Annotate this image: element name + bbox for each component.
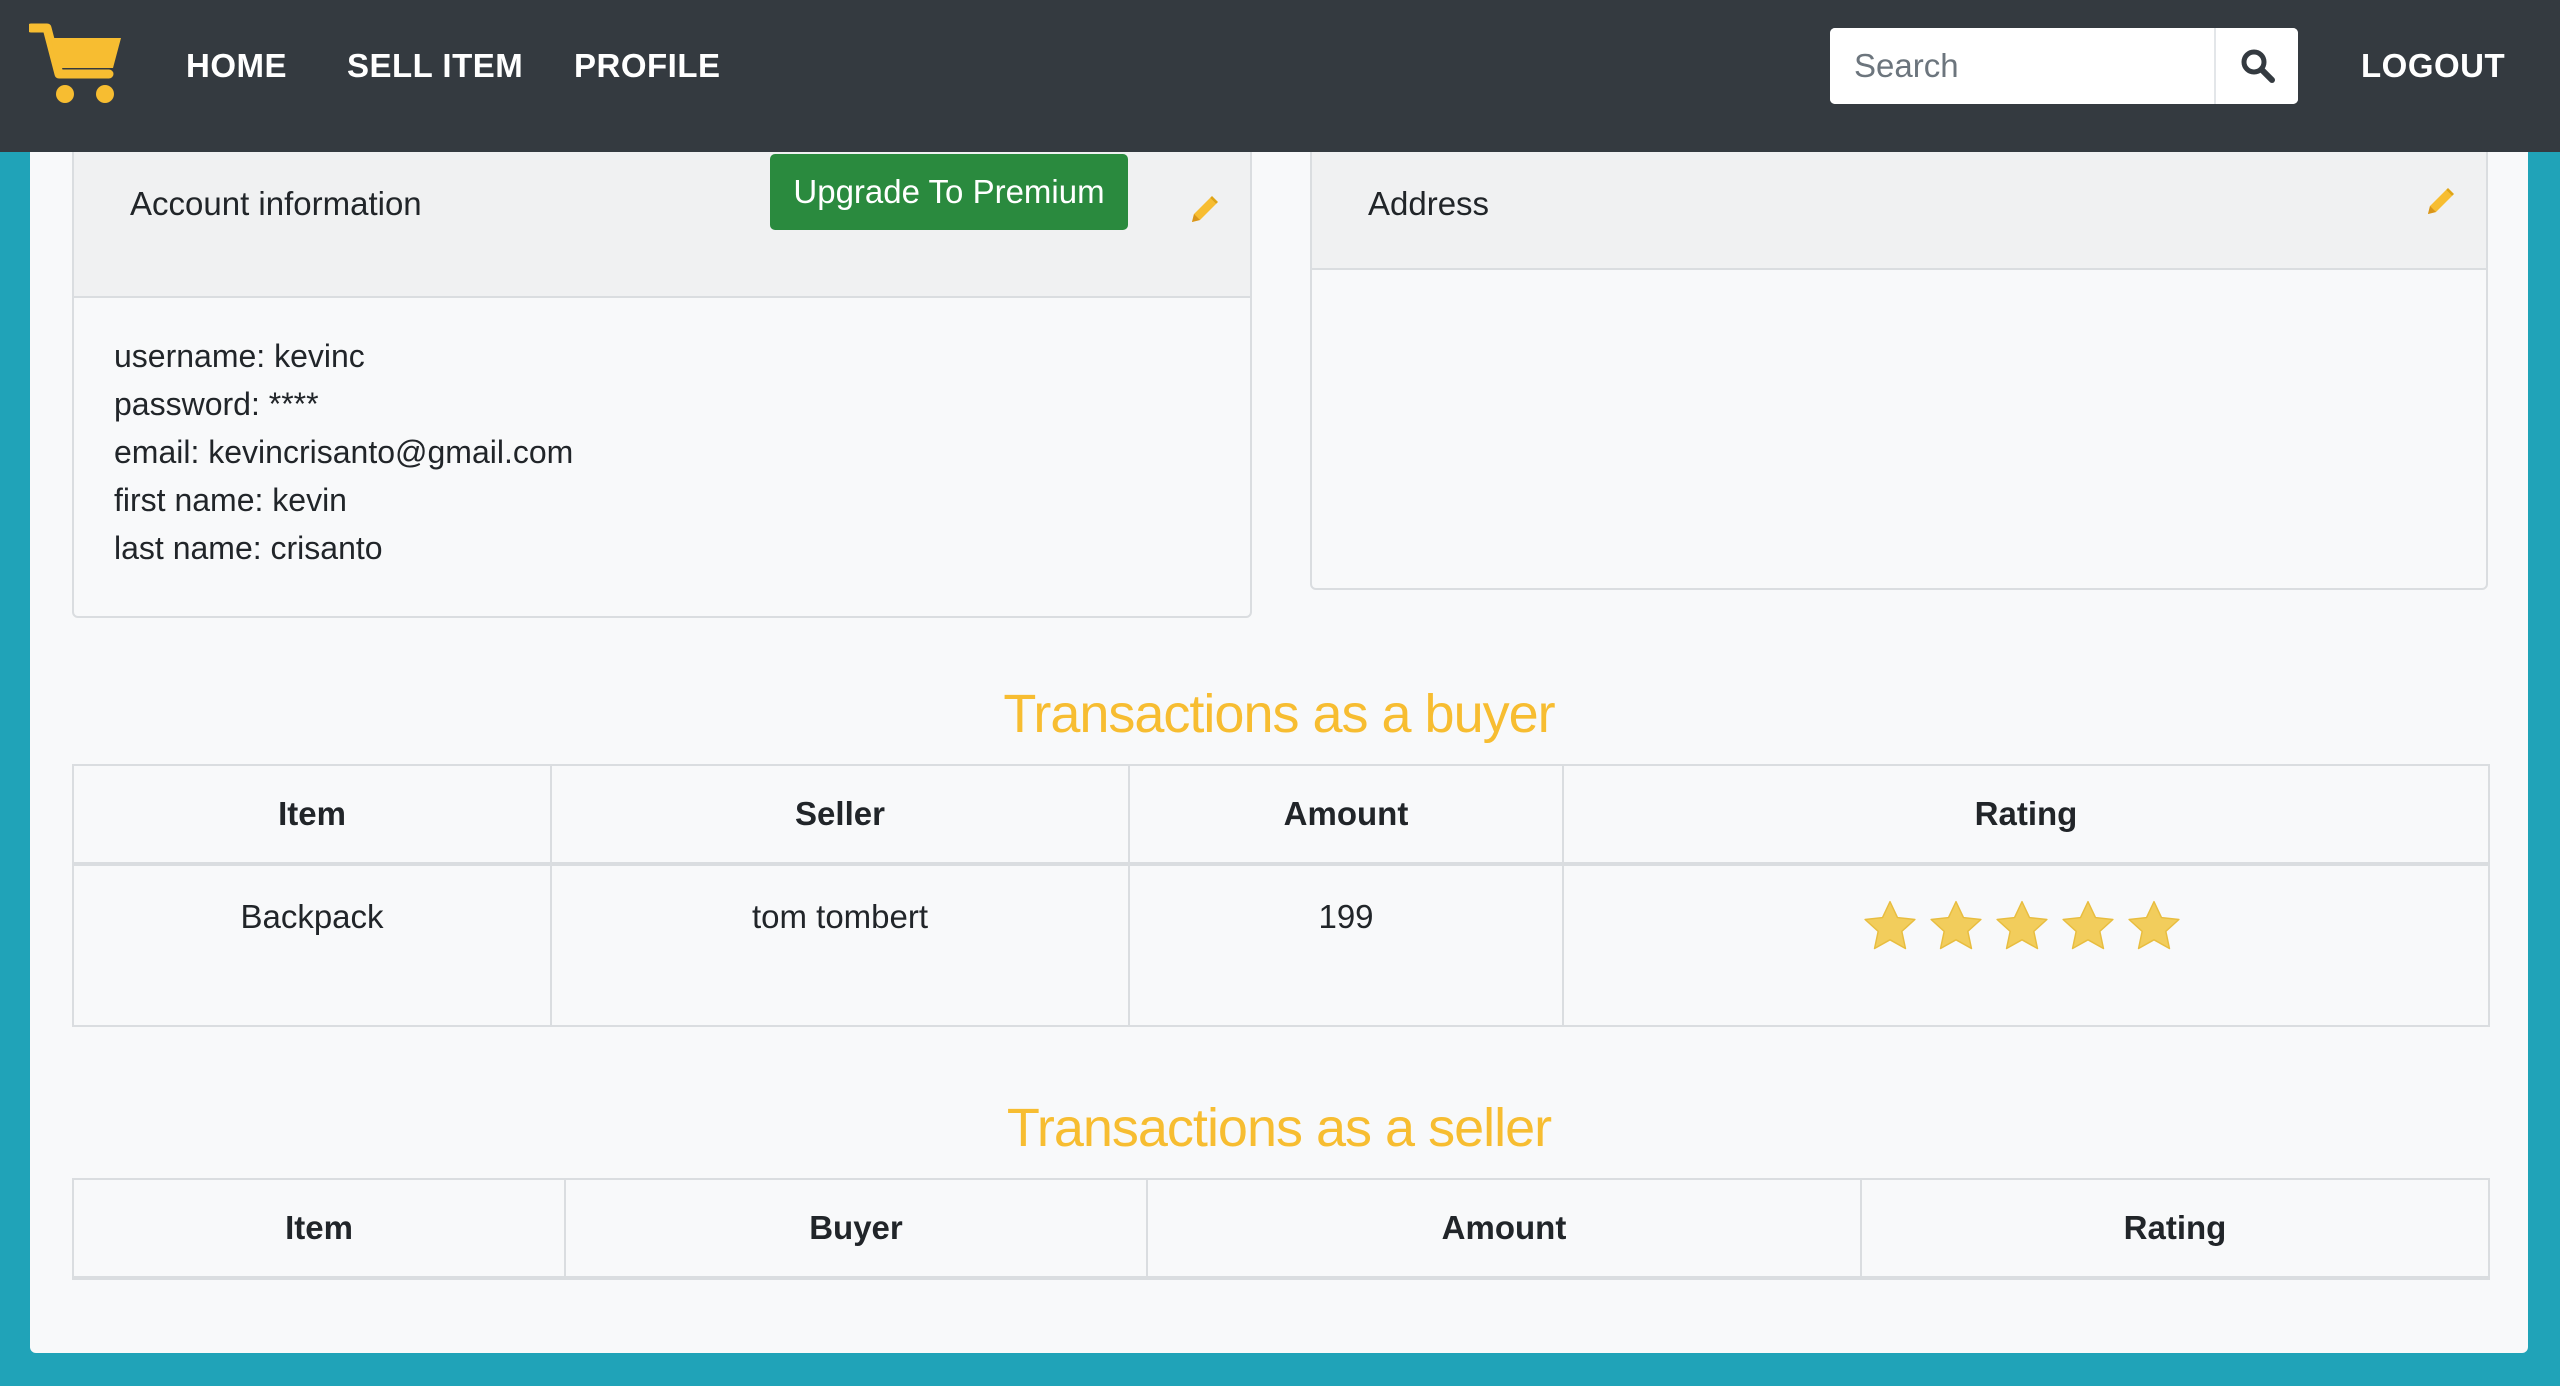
cell-item: Backpack xyxy=(72,863,552,1027)
nav-profile-link[interactable]: PROFILE xyxy=(574,46,721,86)
logout-link[interactable]: LOGOUT xyxy=(2361,46,2505,86)
seller-transactions-table: Item Buyer Amount Rating xyxy=(72,1178,2490,1280)
seller-transactions-title: Transactions as a seller xyxy=(1006,1098,1552,1158)
account-details: username: kevinc password: **** email: k… xyxy=(114,332,573,572)
account-info-card: Account information Upgrade To Premium u… xyxy=(72,130,1252,618)
top-navbar: HOME SELL ITEM PROFILE LOGOUT xyxy=(0,0,2560,152)
search-icon xyxy=(2241,49,2275,83)
buyer-transactions-table: Item Seller Amount Rating Backpack tom t… xyxy=(72,764,2490,1027)
upgrade-premium-button[interactable]: Upgrade To Premium xyxy=(770,154,1128,230)
star-icon[interactable] xyxy=(2125,898,2183,956)
star-rating[interactable] xyxy=(1562,863,2490,1027)
nav-sell-item-link[interactable]: SELL ITEM xyxy=(347,46,523,86)
column-header-item: Item xyxy=(72,764,552,866)
star-icon[interactable] xyxy=(1993,898,2051,956)
account-email: email: kevincrisanto@gmail.com xyxy=(114,434,574,470)
account-info-header: Account information Upgrade To Premium xyxy=(74,132,1250,298)
star-icon[interactable] xyxy=(1927,898,1985,956)
column-header-rating: Rating xyxy=(1562,764,2490,866)
search-input[interactable] xyxy=(1830,28,2214,104)
column-header-item: Item xyxy=(72,1178,566,1280)
table-header-row: Item Seller Amount Rating xyxy=(72,764,2490,866)
account-last-name: last name: crisanto xyxy=(114,530,383,566)
pencil-icon[interactable] xyxy=(1186,192,1222,228)
profile-container: Account information Upgrade To Premium u… xyxy=(30,130,2528,1353)
column-header-amount: Amount xyxy=(1128,764,1564,866)
cell-seller: tom tombert xyxy=(550,863,1130,1027)
star-icon[interactable] xyxy=(1861,898,1919,956)
account-first-name: first name: kevin xyxy=(114,482,347,518)
buyer-transactions-title: Transactions as a buyer xyxy=(1003,684,1555,744)
shopping-cart-icon[interactable] xyxy=(29,22,125,108)
table-header-row: Item Buyer Amount Rating xyxy=(72,1178,2490,1280)
table-row: Backpack tom tombert 199 xyxy=(72,863,2490,1027)
search-button[interactable] xyxy=(2214,28,2298,104)
column-header-seller: Seller xyxy=(550,764,1130,866)
address-header: Address xyxy=(1312,132,2486,270)
column-header-rating: Rating xyxy=(1860,1178,2490,1280)
pencil-icon[interactable] xyxy=(2422,184,2458,220)
star-icon[interactable] xyxy=(2059,898,2117,956)
column-header-amount: Amount xyxy=(1146,1178,1862,1280)
address-card: Address xyxy=(1310,130,2488,590)
cell-amount: 199 xyxy=(1128,863,1564,1027)
account-password: password: **** xyxy=(114,386,319,422)
address-title: Address xyxy=(1368,185,1490,222)
nav-home-link[interactable]: HOME xyxy=(186,46,287,86)
account-info-title: Account information xyxy=(130,185,422,222)
column-header-buyer: Buyer xyxy=(564,1178,1148,1280)
search-bar xyxy=(1830,28,2298,104)
account-username: username: kevinc xyxy=(114,338,365,374)
